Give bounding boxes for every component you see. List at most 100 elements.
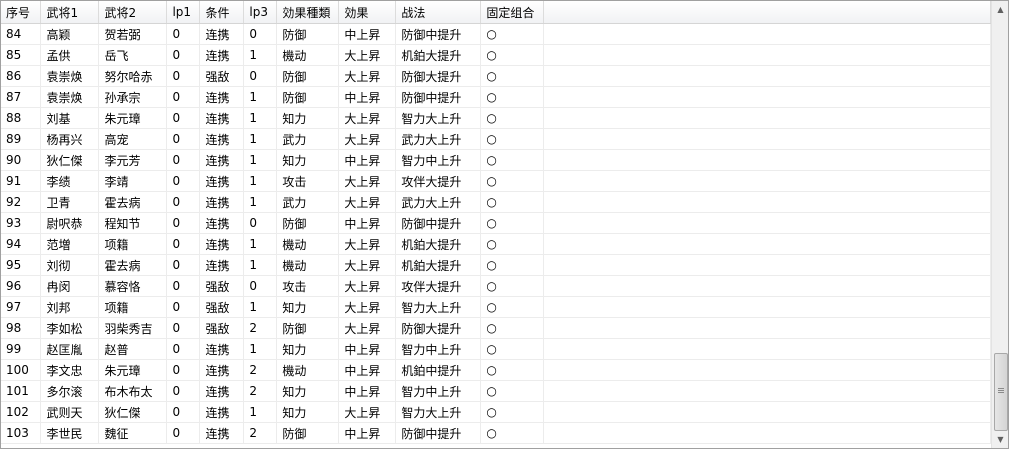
table-row[interactable]: 88 刘基 朱元璋 0 连携 1 知力 大上昇 智力大上升 ○ <box>1 107 991 129</box>
table-cell[interactable]: 李文忠 <box>40 359 100 381</box>
table-cell[interactable] <box>543 149 991 171</box>
table-row[interactable]: 93 尉呎恭 程知节 0 连携 0 防御 中上昇 防御中提升 ○ <box>1 212 991 234</box>
table-cell[interactable]: 防御大提升 <box>395 65 482 87</box>
table-cell[interactable]: ○ <box>480 254 545 276</box>
table-cell[interactable]: ○ <box>480 212 545 234</box>
table-cell[interactable]: 智力中上升 <box>395 380 482 402</box>
table-cell[interactable]: 機动 <box>276 44 340 66</box>
table-cell[interactable]: 李世民 <box>40 422 100 444</box>
table-cell[interactable]: 攻击 <box>276 275 340 297</box>
table-cell[interactable]: 0 <box>166 44 201 66</box>
table-cell[interactable]: 知力 <box>276 338 340 360</box>
scroll-down-button[interactable]: ▼ <box>992 431 1008 448</box>
table-cell[interactable]: 1 <box>243 107 278 129</box>
table-cell[interactable]: 大上昇 <box>338 317 397 339</box>
table-cell[interactable]: 1 <box>243 170 278 192</box>
table-row[interactable]: 84 高颖 贺若弼 0 连携 0 防御 中上昇 防御中提升 ○ <box>1 23 991 45</box>
table-cell[interactable]: 大上昇 <box>338 254 397 276</box>
table-cell[interactable]: 朱元璋 <box>98 107 168 129</box>
table-cell[interactable]: 高宠 <box>98 128 168 150</box>
table-cell[interactable]: ○ <box>480 317 545 339</box>
table-cell[interactable]: 连携 <box>199 233 245 255</box>
table-cell[interactable]: 0 <box>166 422 201 444</box>
table-cell[interactable] <box>543 422 991 444</box>
table-cell[interactable]: 刘邦 <box>40 296 100 318</box>
table-cell[interactable] <box>543 359 991 381</box>
table-cell[interactable]: ○ <box>480 380 545 402</box>
table-cell[interactable]: 机鉑大提升 <box>395 233 482 255</box>
table-cell[interactable]: 机鉑大提升 <box>395 254 482 276</box>
table-cell[interactable] <box>543 65 991 87</box>
table-cell[interactable]: 连携 <box>199 191 245 213</box>
table-row[interactable]: 102 武则天 狄仁傑 0 连携 1 知力 大上昇 智力大上升 ○ <box>1 401 991 423</box>
table-cell[interactable]: 机鉑中提升 <box>395 359 482 381</box>
table-cell[interactable]: 连携 <box>199 254 245 276</box>
table-cell[interactable]: 大上昇 <box>338 233 397 255</box>
table-cell[interactable]: 防御中提升 <box>395 422 482 444</box>
table-row[interactable]: 98 李如松 羽柴秀吉 0 强敌 2 防御 大上昇 防御大提升 ○ <box>1 317 991 339</box>
table-cell[interactable]: 大上昇 <box>338 128 397 150</box>
table-cell[interactable]: 连携 <box>199 23 245 45</box>
table-row[interactable]: 87 袁崇焕 孙承宗 0 连携 1 防御 中上昇 防御中提升 ○ <box>1 86 991 108</box>
table-row[interactable]: 94 范増 项籍 0 连携 1 機动 大上昇 机鉑大提升 ○ <box>1 233 991 255</box>
table-cell[interactable]: 2 <box>243 359 278 381</box>
table-cell[interactable]: 防御中提升 <box>395 86 482 108</box>
table-cell[interactable]: 武力大上升 <box>395 128 482 150</box>
table-cell[interactable]: 知力 <box>276 401 340 423</box>
table-cell[interactable]: 智力大上升 <box>395 296 482 318</box>
table-cell[interactable]: 0 <box>243 212 278 234</box>
column-header-4[interactable]: 条件 <box>199 1 245 24</box>
column-header-10[interactable] <box>543 1 991 24</box>
table-cell[interactable]: 103 <box>1 422 42 444</box>
table-cell[interactable] <box>543 86 991 108</box>
table-cell[interactable]: 连携 <box>199 422 245 444</box>
table-cell[interactable]: ○ <box>480 233 545 255</box>
table-cell[interactable]: 1 <box>243 86 278 108</box>
table-cell[interactable]: 连携 <box>199 359 245 381</box>
table-cell[interactable]: 知力 <box>276 296 340 318</box>
table-cell[interactable]: 知力 <box>276 107 340 129</box>
table-cell[interactable]: 尉呎恭 <box>40 212 100 234</box>
table-cell[interactable]: 赵匡胤 <box>40 338 100 360</box>
table-cell[interactable]: ○ <box>480 275 545 297</box>
table-cell[interactable]: 0 <box>166 170 201 192</box>
table-cell[interactable]: 機动 <box>276 254 340 276</box>
table-cell[interactable]: ○ <box>480 296 545 318</box>
table-cell[interactable] <box>543 275 991 297</box>
table-cell[interactable] <box>543 191 991 213</box>
table-cell[interactable]: 0 <box>166 338 201 360</box>
table-row[interactable]: 92 卫青 霍去病 0 连携 1 武力 大上昇 武力大上升 ○ <box>1 191 991 213</box>
column-header-8[interactable]: 战法 <box>395 1 482 24</box>
table-cell[interactable]: 0 <box>166 359 201 381</box>
table-row[interactable]: 96 冉闵 慕容恪 0 强敌 0 攻击 大上昇 攻伴大提升 ○ <box>1 275 991 297</box>
table-cell[interactable]: 防御 <box>276 212 340 234</box>
table-cell[interactable]: 防御 <box>276 317 340 339</box>
table-cell[interactable]: 防御大提升 <box>395 317 482 339</box>
vertical-scrollbar[interactable]: ▲ ▼ <box>991 1 1008 448</box>
table-cell[interactable]: 智力中上升 <box>395 338 482 360</box>
table-cell[interactable]: 防御 <box>276 86 340 108</box>
table-row[interactable]: 101 多尔滚 布木布太 0 连携 2 知力 中上昇 智力中上升 ○ <box>1 380 991 402</box>
table-cell[interactable]: 杨再兴 <box>40 128 100 150</box>
table-cell[interactable]: 2 <box>243 380 278 402</box>
table-cell[interactable]: 连携 <box>199 170 245 192</box>
table-row[interactable]: 91 李绩 李靖 0 连携 1 攻击 大上昇 攻伴大提升 ○ <box>1 170 991 192</box>
table-cell[interactable]: 0 <box>166 149 201 171</box>
table-cell[interactable]: 智力大上升 <box>395 401 482 423</box>
table-cell[interactable]: 0 <box>166 23 201 45</box>
table-cell[interactable]: ○ <box>480 23 545 45</box>
table-cell[interactable]: 89 <box>1 128 42 150</box>
table-cell[interactable]: 防御中提升 <box>395 212 482 234</box>
table-cell[interactable] <box>543 212 991 234</box>
table-cell[interactable]: 大上昇 <box>338 191 397 213</box>
table-row[interactable]: 95 刘彻 霍去病 0 连携 1 機动 大上昇 机鉑大提升 ○ <box>1 254 991 276</box>
column-header-1[interactable]: 武将1 <box>40 1 100 24</box>
table-cell[interactable]: 连携 <box>199 380 245 402</box>
table-cell[interactable]: 强敌 <box>199 317 245 339</box>
table-cell[interactable]: 连携 <box>199 107 245 129</box>
table-cell[interactable]: 防御 <box>276 65 340 87</box>
column-header-6[interactable]: 効果種類 <box>276 1 340 24</box>
table-cell[interactable]: 李靖 <box>98 170 168 192</box>
table-cell[interactable]: 1 <box>243 254 278 276</box>
table-cell[interactable]: 95 <box>1 254 42 276</box>
